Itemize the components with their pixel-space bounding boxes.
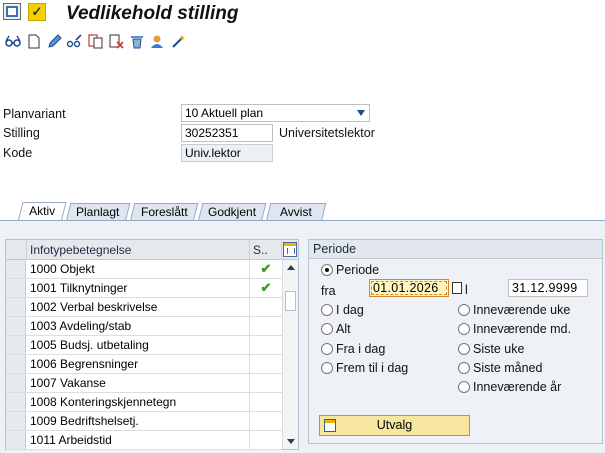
scroll-up-icon[interactable]: [287, 265, 295, 270]
table-row[interactable]: 1005 Budsj. utbetaling: [6, 336, 282, 355]
check-icon: ✔: [260, 280, 272, 295]
table-row[interactable]: 1007 Vakanse: [6, 374, 282, 393]
check-icon: ✔: [260, 261, 272, 276]
table-row[interactable]: 1009 Bedriftshelsetj.: [6, 412, 282, 431]
radio-inneverende-ar[interactable]: [458, 381, 470, 393]
kode-field: Univ.lektor: [181, 144, 273, 162]
row-selector[interactable]: [6, 298, 26, 316]
scroll-thumb[interactable]: [285, 291, 296, 311]
radio-inneverende-uke[interactable]: [458, 304, 470, 316]
new-doc-icon[interactable]: [26, 33, 42, 49]
row-selector[interactable]: [6, 374, 26, 392]
periode-title: Periode: [309, 240, 602, 259]
planvariant-label: Planvariant: [3, 107, 66, 121]
row-selector[interactable]: [6, 393, 26, 411]
pencil-icon[interactable]: [46, 33, 62, 49]
display-glasses-icon[interactable]: [5, 33, 21, 49]
radio-i-dag[interactable]: [321, 304, 333, 316]
row-selector[interactable]: [6, 355, 26, 373]
wand-icon[interactable]: [170, 33, 186, 49]
table-row[interactable]: 1001 Tilknytninger ✔: [6, 279, 282, 298]
scroll-down-icon[interactable]: [287, 439, 295, 444]
column-header-name[interactable]: Infotypebetegnelse: [27, 240, 250, 260]
title-bar: ✓ Vedlikehold stilling: [0, 0, 605, 29]
row-selector[interactable]: [6, 412, 26, 430]
stilling-input[interactable]: 30252351: [181, 124, 273, 142]
planvariant-value: 10 Aktuell plan: [185, 106, 264, 120]
to-date-input[interactable]: 31.12.9999: [508, 279, 588, 297]
glasses-pencil-icon[interactable]: [66, 33, 82, 49]
application-toolbar: [0, 30, 605, 54]
til-label: l: [465, 283, 468, 297]
radio-inneverende-ar-label: Inneværende år: [473, 380, 562, 394]
copy-icon[interactable]: [87, 33, 103, 49]
planvariant-select[interactable]: 10 Aktuell plan: [181, 104, 370, 122]
row-selector[interactable]: [6, 279, 26, 297]
page-title: Vedlikehold stilling: [66, 3, 239, 24]
table-row[interactable]: 1000 Objekt ✔: [6, 260, 282, 279]
trash-icon[interactable]: [129, 33, 145, 49]
row-selector[interactable]: [6, 317, 26, 335]
stilling-label: Stilling: [3, 126, 40, 140]
chevron-down-icon[interactable]: [357, 110, 365, 116]
fra-label: fra: [321, 284, 336, 298]
radio-frem-til-i-dag-label: Frem til i dag: [336, 361, 409, 375]
radio-inneverende-md[interactable]: [458, 323, 470, 335]
table-header: Infotypebetegnelse S..: [6, 240, 298, 260]
radio-inneverende-md-label: Inneværende md.: [473, 322, 571, 336]
radio-alt[interactable]: [321, 323, 333, 335]
selection-icon: [324, 419, 336, 432]
radio-siste-maned[interactable]: [458, 362, 470, 374]
kode-label: Kode: [3, 146, 33, 160]
radio-siste-uke-label: Siste uke: [473, 342, 525, 356]
radio-siste-maned-label: Siste måned: [473, 361, 543, 375]
from-date-input[interactable]: 01.01.2026: [369, 279, 449, 297]
tab-strip: Aktiv Planlagt Foreslått Godkjent Avvist: [0, 201, 605, 222]
radio-inneverende-uke-label: Inneværende uke: [473, 303, 571, 317]
tab-aktiv[interactable]: Aktiv: [17, 202, 67, 222]
delimit-icon[interactable]: [108, 33, 124, 49]
radio-i-dag-label: I dag: [336, 303, 364, 317]
table-row[interactable]: 1011 Arbeidstid: [6, 431, 282, 450]
calendar-icon[interactable]: [452, 282, 462, 294]
radio-frem-til-i-dag[interactable]: [321, 362, 333, 374]
person-icon[interactable]: [149, 33, 165, 49]
table-row[interactable]: 1002 Verbal beskrivelse: [6, 298, 282, 317]
row-selector-header[interactable]: [6, 240, 27, 260]
infotype-table: Infotypebetegnelse S.. 1000 Objekt ✔ 1001…: [5, 239, 299, 450]
system-menu-icon[interactable]: [3, 3, 21, 20]
row-selector[interactable]: [6, 431, 26, 449]
radio-fra-i-dag[interactable]: [321, 343, 333, 355]
row-selector[interactable]: [6, 260, 26, 278]
table-row[interactable]: 1006 Begrensninger: [6, 355, 282, 374]
check-icon[interactable]: ✓: [28, 3, 46, 21]
radio-alt-label: Alt: [336, 322, 351, 336]
table-row[interactable]: 1003 Avdeling/stab: [6, 317, 282, 336]
stilling-text: Universitetslektor: [279, 126, 375, 140]
utvalg-button[interactable]: Utvalg: [319, 415, 470, 436]
radio-siste-uke[interactable]: [458, 343, 470, 355]
vertical-scrollbar[interactable]: [282, 260, 298, 449]
radio-periode-label: Periode: [336, 263, 380, 277]
radio-fra-i-dag-label: Fra i dag: [336, 342, 386, 356]
table-settings-icon[interactable]: [283, 242, 297, 257]
row-selector[interactable]: [6, 336, 26, 354]
radio-periode[interactable]: [321, 264, 333, 276]
table-row[interactable]: 1008 Konteringskjennetegn: [6, 393, 282, 412]
column-header-status[interactable]: S..: [250, 240, 282, 260]
